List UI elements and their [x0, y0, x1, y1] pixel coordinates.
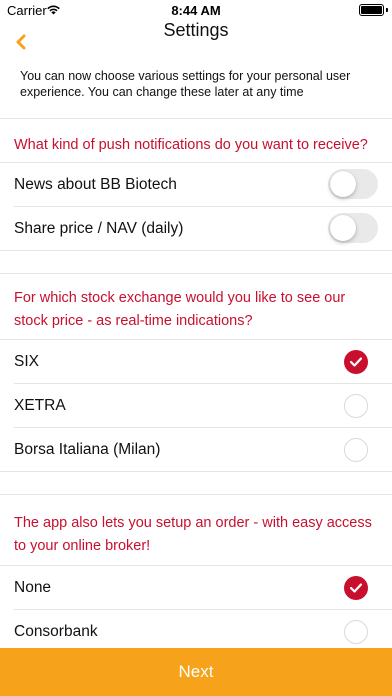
exchange-question: For which stock exchange would you like … — [14, 290, 346, 329]
divider — [0, 250, 392, 251]
divider — [0, 494, 392, 495]
nav-bar: Settings — [0, 20, 392, 64]
notification-row-share-price: Share price / NAV (daily) — [0, 207, 392, 250]
broker-option-label: None — [14, 579, 52, 596]
notification-row-news: News about BB Biotech — [0, 163, 392, 206]
borsa-radio[interactable] — [344, 438, 368, 462]
news-toggle[interactable] — [328, 169, 378, 199]
page-title: Settings — [163, 20, 229, 40]
six-radio[interactable] — [344, 350, 368, 374]
toggle-knob — [330, 215, 356, 241]
xetra-radio[interactable] — [344, 394, 368, 418]
consorbank-radio[interactable] — [344, 620, 368, 644]
exchange-option-xetra[interactable]: XETRA — [0, 384, 392, 427]
status-time: 8:44 AM — [171, 3, 221, 18]
battery-cap — [386, 8, 388, 12]
notification-label: Share price / NAV (daily) — [14, 220, 184, 237]
exchange-option-label: SIX — [14, 353, 39, 370]
exchange-option-label: XETRA — [14, 397, 66, 414]
broker-option-consorbank[interactable]: Consorbank — [0, 610, 392, 653]
exchange-option-label: Borsa Italiana (Milan) — [14, 441, 161, 458]
intro-text: You can now choose various settings for … — [20, 69, 351, 99]
none-radio[interactable] — [344, 576, 368, 600]
broker-question: The app also lets you setup an order - w… — [14, 515, 372, 554]
next-button[interactable]: Next — [0, 648, 392, 696]
divider — [0, 118, 392, 119]
battery-icon — [359, 4, 384, 16]
notification-label: News about BB Biotech — [14, 176, 177, 193]
notifications-question: What kind of push notifications do you w… — [14, 137, 368, 153]
checkmark-icon — [349, 357, 363, 367]
exchange-option-six[interactable]: SIX — [0, 340, 392, 383]
exchange-option-borsa[interactable]: Borsa Italiana (Milan) — [0, 428, 392, 471]
divider — [0, 471, 392, 472]
toggle-knob — [330, 171, 356, 197]
divider — [0, 273, 392, 274]
status-bar: Carrier 8:44 AM — [0, 0, 392, 20]
broker-option-none[interactable]: None — [0, 566, 392, 609]
checkmark-icon — [349, 583, 363, 593]
share-price-toggle[interactable] — [328, 213, 378, 243]
next-label: Next — [178, 662, 214, 681]
broker-option-label: Consorbank — [14, 623, 98, 640]
